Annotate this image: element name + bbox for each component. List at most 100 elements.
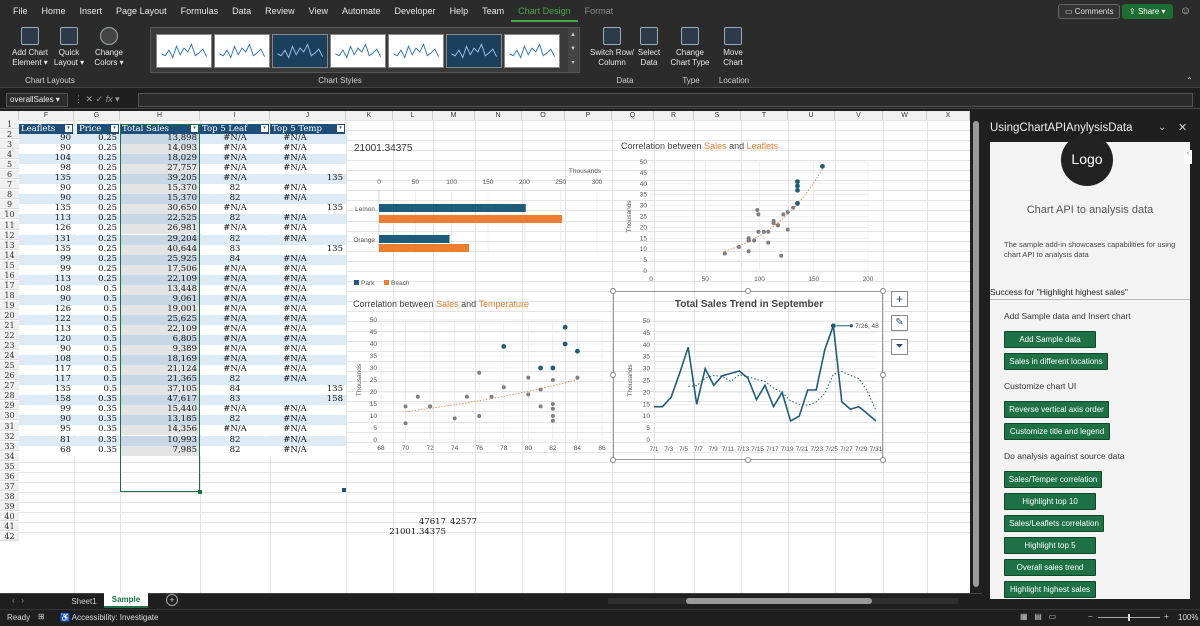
table-cell[interactable]: 120 bbox=[19, 335, 74, 344]
table-cell[interactable]: 99 bbox=[19, 405, 74, 414]
table-cell[interactable]: 135 bbox=[19, 245, 74, 254]
row-header[interactable]: 30 bbox=[0, 411, 19, 421]
col-header-F[interactable]: F bbox=[19, 111, 74, 120]
row-header[interactable]: 36 bbox=[0, 471, 19, 481]
row-header[interactable]: 32 bbox=[0, 431, 19, 441]
filter-dropdown-icon[interactable]: ▾ bbox=[261, 125, 268, 132]
row-header[interactable]: 19 bbox=[0, 300, 19, 310]
table-cell[interactable]: #N/A bbox=[200, 405, 270, 414]
table-cell[interactable]: 83 bbox=[200, 395, 270, 404]
table-cell[interactable]: 131 bbox=[19, 235, 74, 244]
row-header[interactable]: 1 bbox=[0, 120, 19, 129]
table-cell[interactable]: #N/A bbox=[270, 134, 320, 143]
chart-resize-handle[interactable] bbox=[610, 288, 616, 294]
row-header[interactable]: 28 bbox=[0, 391, 19, 401]
name-box[interactable]: overallSales ▾ bbox=[6, 93, 68, 107]
accessibility-status[interactable]: ♿ Accessibility: Investigate bbox=[60, 613, 158, 622]
row-header[interactable]: 9 bbox=[0, 200, 19, 210]
row-header[interactable]: 40 bbox=[0, 511, 19, 521]
row-header[interactable]: 23 bbox=[0, 341, 19, 351]
row-header[interactable]: 38 bbox=[0, 491, 19, 501]
chart-style-thumb-5[interactable] bbox=[388, 34, 444, 68]
table-cell[interactable]: #N/A bbox=[270, 446, 320, 455]
row-header[interactable]: 21 bbox=[0, 321, 19, 330]
table-cell[interactable]: #N/A bbox=[270, 355, 320, 364]
table-header-3[interactable]: Top 5 Leaf ▾ bbox=[200, 124, 270, 134]
filter-dropdown-icon[interactable]: ▾ bbox=[65, 125, 72, 132]
table-cell[interactable]: #N/A bbox=[200, 425, 270, 434]
share-button[interactable]: ⇪ Share ▾ bbox=[1122, 4, 1173, 19]
table-cell[interactable]: #N/A bbox=[270, 285, 320, 294]
chart-leaflets[interactable]: Correlation between Sales and Leaflets 0… bbox=[613, 133, 883, 288]
pane-options-chevron-icon[interactable]: ⌄ bbox=[1158, 122, 1166, 133]
table-cell[interactable]: #N/A bbox=[270, 405, 320, 414]
table-cell[interactable]: #N/A bbox=[200, 305, 270, 314]
chart-resize-handle[interactable] bbox=[745, 457, 751, 463]
row-header[interactable]: 11 bbox=[0, 220, 19, 230]
table-cell[interactable]: 135 bbox=[19, 204, 74, 213]
table-cell[interactable]: 84 bbox=[200, 255, 270, 264]
move-chart-button[interactable]: Move Chart bbox=[718, 27, 748, 68]
row-header[interactable]: 33 bbox=[0, 441, 19, 451]
table-cell[interactable]: 95 bbox=[19, 425, 74, 434]
table-cell[interactable]: 90 bbox=[19, 134, 74, 143]
formula-input[interactable] bbox=[138, 93, 1193, 107]
table-cell[interactable]: 0.5 bbox=[77, 285, 120, 294]
horizontal-scrollbar[interactable] bbox=[608, 598, 958, 604]
table-cell[interactable]: #N/A bbox=[270, 436, 320, 445]
table-cell[interactable]: 47,617 bbox=[120, 395, 200, 404]
table-cell[interactable]: 0.35 bbox=[77, 415, 120, 424]
row-header[interactable]: 3 bbox=[0, 140, 19, 150]
row-header[interactable]: 5 bbox=[0, 160, 19, 170]
table-cell[interactable]: 90 bbox=[19, 415, 74, 424]
table-cell[interactable]: #N/A bbox=[200, 315, 270, 324]
table-cell[interactable]: #N/A bbox=[270, 255, 320, 264]
cell-value-c[interactable]: 21001.34375 bbox=[375, 528, 449, 537]
table-cell[interactable]: #N/A bbox=[270, 375, 320, 384]
highlight-highest-button[interactable]: Highlight highest sales bbox=[1004, 581, 1096, 598]
table-header-1[interactable]: Price ▾ bbox=[77, 124, 120, 134]
table-cell[interactable]: 98 bbox=[19, 164, 74, 173]
select-all-corner[interactable] bbox=[0, 111, 19, 120]
chart-resize-handle[interactable] bbox=[880, 372, 886, 378]
table-cell[interactable]: 0.25 bbox=[77, 265, 120, 274]
menu-tab-insert[interactable]: Insert bbox=[73, 0, 110, 22]
switch-row-column-button[interactable]: Switch Row/ Column bbox=[590, 27, 634, 68]
table-cell[interactable]: 10,993 bbox=[120, 436, 200, 445]
row-header[interactable]: 15 bbox=[0, 260, 19, 270]
row-header[interactable]: 41 bbox=[0, 522, 19, 531]
table-cell[interactable]: 9,389 bbox=[120, 345, 200, 354]
table-cell[interactable]: 0.5 bbox=[77, 375, 120, 384]
row-header[interactable]: 7 bbox=[0, 180, 19, 190]
table-cell[interactable]: 39,205 bbox=[120, 174, 200, 183]
table-cell[interactable]: 17,506 bbox=[120, 265, 200, 274]
table-cell[interactable]: #N/A bbox=[270, 315, 320, 324]
table-cell[interactable]: 0.25 bbox=[77, 134, 120, 143]
table-cell[interactable]: #N/A bbox=[270, 305, 320, 314]
table-cell[interactable]: 14,356 bbox=[120, 425, 200, 434]
table-cell[interactable]: #N/A bbox=[270, 415, 320, 424]
reverse-axis-button[interactable]: Reverse vertical axis order bbox=[1004, 401, 1109, 418]
table-cell[interactable]: 126 bbox=[19, 305, 74, 314]
table-cell[interactable]: 22,109 bbox=[120, 275, 200, 284]
table-cell[interactable]: #N/A bbox=[200, 335, 270, 344]
table-cell[interactable]: 117 bbox=[19, 375, 74, 384]
table-cell[interactable]: #N/A bbox=[270, 235, 320, 244]
table-cell[interactable]: 113 bbox=[19, 214, 74, 223]
row-header[interactable]: 39 bbox=[0, 501, 19, 511]
table-cell[interactable]: 0.5 bbox=[77, 305, 120, 314]
table-cell[interactable]: #N/A bbox=[200, 355, 270, 364]
table-cell[interactable]: 0.35 bbox=[77, 395, 120, 404]
customize-title-button[interactable]: Customize title and legend bbox=[1004, 423, 1110, 440]
col-header-U[interactable]: U bbox=[788, 111, 835, 120]
col-header-H[interactable]: H bbox=[120, 111, 200, 120]
row-header[interactable]: 27 bbox=[0, 381, 19, 391]
chart-bar[interactable]: 21001.34375 Thousands 0 50 100 150 200 250 300 L… bbox=[347, 133, 612, 293]
table-cell[interactable]: 0.25 bbox=[77, 275, 120, 284]
row-header[interactable]: 22 bbox=[0, 331, 19, 341]
view-icons[interactable]: ▦ ▤ ▭ bbox=[1020, 612, 1056, 621]
zoom-slider[interactable] bbox=[1098, 614, 1160, 621]
table-cell[interactable]: 30,650 bbox=[120, 204, 200, 213]
table-cell[interactable]: 135 bbox=[320, 245, 346, 254]
chart-style-thumb-4[interactable] bbox=[330, 34, 386, 68]
